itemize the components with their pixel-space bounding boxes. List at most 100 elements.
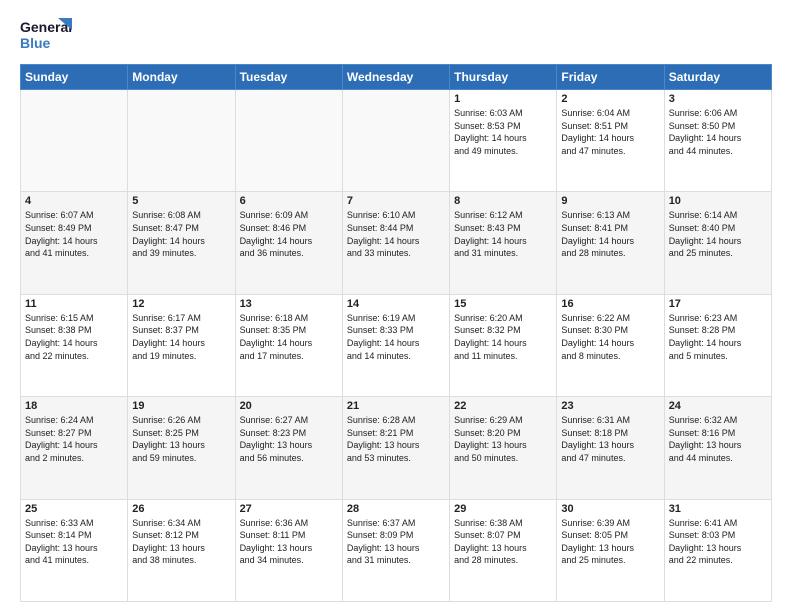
day-info: Sunrise: 6:22 AM Sunset: 8:30 PM Dayligh… xyxy=(561,312,659,362)
day-number: 18 xyxy=(25,400,123,412)
day-info: Sunrise: 6:10 AM Sunset: 8:44 PM Dayligh… xyxy=(347,209,445,259)
calendar-cell xyxy=(342,90,449,192)
calendar-cell: 10 Sunrise: 6:14 AM Sunset: 8:40 PM Dayli… xyxy=(664,192,771,294)
calendar-week-1: 1Sunrise: 6:03 AM Sunset: 8:53 PM Daylig… xyxy=(21,90,772,192)
day-number: 30 xyxy=(561,503,659,515)
day-number: 11 xyxy=(25,298,123,310)
calendar-week-3: 11 Sunrise: 6:15 AM Sunset: 8:38 PM Dayli… xyxy=(21,294,772,396)
calendar-cell: 13 Sunrise: 6:18 AM Sunset: 8:35 PM Dayli… xyxy=(235,294,342,396)
day-info: Sunrise: 6:13 AM Sunset: 8:41 PM Dayligh… xyxy=(561,209,659,259)
calendar-table: SundayMondayTuesdayWednesdayThursdayFrid… xyxy=(20,64,772,602)
calendar-cell: 3 Sunrise: 6:06 AM Sunset: 8:50 PM Daylig… xyxy=(664,90,771,192)
calendar-cell: 26 Sunrise: 6:34 AM Sunset: 8:12 PM Dayli… xyxy=(128,499,235,601)
calendar-cell: 17Sunrise: 6:23 AM Sunset: 8:28 PM Dayli… xyxy=(664,294,771,396)
day-info: Sunrise: 6:09 AM Sunset: 8:46 PM Dayligh… xyxy=(240,209,338,259)
day-info: Sunrise: 6:14 AM Sunset: 8:40 PM Dayligh… xyxy=(669,209,767,259)
day-info: Sunrise: 6:03 AM Sunset: 8:53 PM Dayligh… xyxy=(454,107,552,157)
calendar-cell: 18 Sunrise: 6:24 AM Sunset: 8:27 PM Dayli… xyxy=(21,397,128,499)
calendar-cell: 14 Sunrise: 6:19 AM Sunset: 8:33 PM Dayli… xyxy=(342,294,449,396)
weekday-header-monday: Monday xyxy=(128,65,235,90)
header: GeneralBlue xyxy=(20,16,772,54)
calendar-cell: 23 Sunrise: 6:31 AM Sunset: 8:18 PM Dayli… xyxy=(557,397,664,499)
page: GeneralBlue SundayMondayTuesdayWednesday… xyxy=(0,0,792,612)
day-info: Sunrise: 6:20 AM Sunset: 8:32 PM Dayligh… xyxy=(454,312,552,362)
day-info: Sunrise: 6:28 AM Sunset: 8:21 PM Dayligh… xyxy=(347,414,445,464)
calendar-cell: 21 Sunrise: 6:28 AM Sunset: 8:21 PM Dayli… xyxy=(342,397,449,499)
day-info: Sunrise: 6:32 AM Sunset: 8:16 PM Dayligh… xyxy=(669,414,767,464)
calendar-cell: 12Sunrise: 6:17 AM Sunset: 8:37 PM Dayli… xyxy=(128,294,235,396)
calendar-cell: 16 Sunrise: 6:22 AM Sunset: 8:30 PM Dayli… xyxy=(557,294,664,396)
day-info: Sunrise: 6:18 AM Sunset: 8:35 PM Dayligh… xyxy=(240,312,338,362)
day-info: Sunrise: 6:27 AM Sunset: 8:23 PM Dayligh… xyxy=(240,414,338,464)
day-number: 8 xyxy=(454,195,552,207)
day-info: Sunrise: 6:31 AM Sunset: 8:18 PM Dayligh… xyxy=(561,414,659,464)
day-number: 31 xyxy=(669,503,767,515)
day-info: Sunrise: 6:39 AM Sunset: 8:05 PM Dayligh… xyxy=(561,517,659,567)
calendar-cell: 22 Sunrise: 6:29 AM Sunset: 8:20 PM Dayli… xyxy=(450,397,557,499)
day-number: 20 xyxy=(240,400,338,412)
day-number: 14 xyxy=(347,298,445,310)
calendar-cell: 2Sunrise: 6:04 AM Sunset: 8:51 PM Daylig… xyxy=(557,90,664,192)
weekday-header-friday: Friday xyxy=(557,65,664,90)
day-number: 27 xyxy=(240,503,338,515)
calendar-cell: 30 Sunrise: 6:39 AM Sunset: 8:05 PM Dayli… xyxy=(557,499,664,601)
day-info: Sunrise: 6:08 AM Sunset: 8:47 PM Dayligh… xyxy=(132,209,230,259)
day-info: Sunrise: 6:33 AM Sunset: 8:14 PM Dayligh… xyxy=(25,517,123,567)
calendar-cell: 29 Sunrise: 6:38 AM Sunset: 8:07 PM Dayli… xyxy=(450,499,557,601)
day-info: Sunrise: 6:19 AM Sunset: 8:33 PM Dayligh… xyxy=(347,312,445,362)
calendar-cell: 15 Sunrise: 6:20 AM Sunset: 8:32 PM Dayli… xyxy=(450,294,557,396)
weekday-header-row: SundayMondayTuesdayWednesdayThursdayFrid… xyxy=(21,65,772,90)
calendar-cell: 1Sunrise: 6:03 AM Sunset: 8:53 PM Daylig… xyxy=(450,90,557,192)
day-info: Sunrise: 6:06 AM Sunset: 8:50 PM Dayligh… xyxy=(669,107,767,157)
calendar-cell: 7 Sunrise: 6:10 AM Sunset: 8:44 PM Daylig… xyxy=(342,192,449,294)
day-info: Sunrise: 6:12 AM Sunset: 8:43 PM Dayligh… xyxy=(454,209,552,259)
calendar-cell: 31 Sunrise: 6:41 AM Sunset: 8:03 PM Dayli… xyxy=(664,499,771,601)
day-info: Sunrise: 6:37 AM Sunset: 8:09 PM Dayligh… xyxy=(347,517,445,567)
day-number: 3 xyxy=(669,93,767,105)
calendar-cell xyxy=(235,90,342,192)
day-number: 29 xyxy=(454,503,552,515)
day-info: Sunrise: 6:15 AM Sunset: 8:38 PM Dayligh… xyxy=(25,312,123,362)
day-number: 16 xyxy=(561,298,659,310)
day-number: 13 xyxy=(240,298,338,310)
logo: GeneralBlue xyxy=(20,16,72,54)
calendar-cell xyxy=(21,90,128,192)
weekday-header-saturday: Saturday xyxy=(664,65,771,90)
calendar-cell: 8 Sunrise: 6:12 AM Sunset: 8:43 PM Daylig… xyxy=(450,192,557,294)
day-info: Sunrise: 6:34 AM Sunset: 8:12 PM Dayligh… xyxy=(132,517,230,567)
day-number: 12 xyxy=(132,298,230,310)
calendar-cell: 6Sunrise: 6:09 AM Sunset: 8:46 PM Daylig… xyxy=(235,192,342,294)
weekday-header-wednesday: Wednesday xyxy=(342,65,449,90)
day-number: 24 xyxy=(669,400,767,412)
day-number: 2 xyxy=(561,93,659,105)
day-info: Sunrise: 6:26 AM Sunset: 8:25 PM Dayligh… xyxy=(132,414,230,464)
calendar-cell: 20 Sunrise: 6:27 AM Sunset: 8:23 PM Dayli… xyxy=(235,397,342,499)
calendar-cell: 9 Sunrise: 6:13 AM Sunset: 8:41 PM Daylig… xyxy=(557,192,664,294)
day-number: 7 xyxy=(347,195,445,207)
calendar-cell: 24 Sunrise: 6:32 AM Sunset: 8:16 PM Dayli… xyxy=(664,397,771,499)
calendar-cell: 5 Sunrise: 6:08 AM Sunset: 8:47 PM Daylig… xyxy=(128,192,235,294)
calendar-week-4: 18 Sunrise: 6:24 AM Sunset: 8:27 PM Dayli… xyxy=(21,397,772,499)
day-number: 9 xyxy=(561,195,659,207)
day-info: Sunrise: 6:41 AM Sunset: 8:03 PM Dayligh… xyxy=(669,517,767,567)
day-number: 23 xyxy=(561,400,659,412)
day-number: 22 xyxy=(454,400,552,412)
day-number: 17 xyxy=(669,298,767,310)
day-number: 10 xyxy=(669,195,767,207)
calendar-cell xyxy=(128,90,235,192)
calendar-cell: 27Sunrise: 6:36 AM Sunset: 8:11 PM Dayli… xyxy=(235,499,342,601)
calendar-week-2: 4Sunrise: 6:07 AM Sunset: 8:49 PM Daylig… xyxy=(21,192,772,294)
weekday-header-thursday: Thursday xyxy=(450,65,557,90)
day-number: 5 xyxy=(132,195,230,207)
day-info: Sunrise: 6:29 AM Sunset: 8:20 PM Dayligh… xyxy=(454,414,552,464)
calendar-cell: 25Sunrise: 6:33 AM Sunset: 8:14 PM Dayli… xyxy=(21,499,128,601)
day-number: 15 xyxy=(454,298,552,310)
day-number: 26 xyxy=(132,503,230,515)
day-info: Sunrise: 6:38 AM Sunset: 8:07 PM Dayligh… xyxy=(454,517,552,567)
day-number: 19 xyxy=(132,400,230,412)
day-info: Sunrise: 6:24 AM Sunset: 8:27 PM Dayligh… xyxy=(25,414,123,464)
weekday-header-tuesday: Tuesday xyxy=(235,65,342,90)
generalblue-logo-icon: GeneralBlue xyxy=(20,16,72,54)
calendar-week-5: 25Sunrise: 6:33 AM Sunset: 8:14 PM Dayli… xyxy=(21,499,772,601)
day-number: 21 xyxy=(347,400,445,412)
